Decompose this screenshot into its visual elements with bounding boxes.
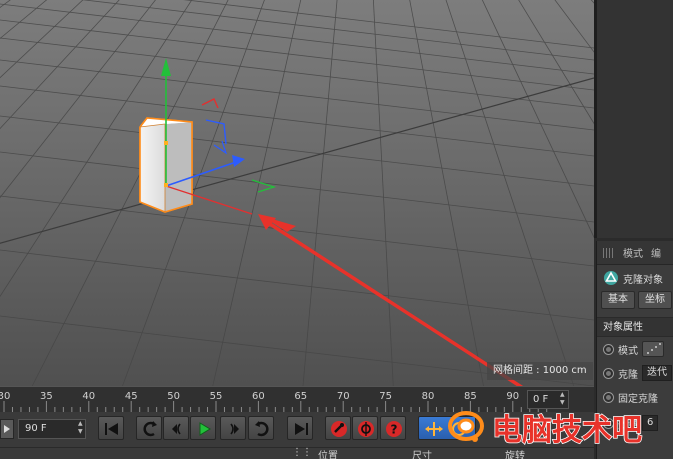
timeline-tick-label: 35: [40, 391, 53, 402]
watermark: 电脑技术吧: [448, 411, 643, 449]
attribute-mode-buttons: 基本 坐标: [597, 291, 673, 311]
grid-spacing-label: 网格间距 : 1000 cm: [487, 362, 593, 380]
next-frame-button[interactable]: [220, 416, 246, 440]
tab-edit[interactable]: 编: [651, 245, 661, 260]
skip-start-icon: [105, 423, 118, 435]
object-name: 克隆对象: [623, 274, 663, 286]
object-properties-header: 对象属性: [597, 317, 673, 337]
timeline-tick-label: 85: [464, 391, 477, 402]
clone-animate-radio[interactable]: [603, 367, 614, 379]
timeline-tick-label: 50: [167, 391, 180, 402]
start-frame-stepper[interactable]: [0, 419, 14, 439]
play-button[interactable]: [190, 416, 216, 440]
svg-text:?: ?: [391, 423, 398, 437]
timeline-tick-label: 40: [82, 391, 95, 402]
object-title-row: 克隆对象: [597, 265, 673, 291]
step-back-icon: [172, 423, 181, 435]
coord-grip-icon[interactable]: ⋮⋮: [292, 447, 312, 458]
mode-row: 模式: [597, 337, 673, 361]
end-frame-stepper-icon[interactable]: ▲ ▼: [78, 420, 83, 436]
timeline-tick-label: 90: [506, 391, 519, 402]
record-keys-button[interactable]: [325, 416, 351, 440]
fixed-clone-animate-radio[interactable]: [603, 391, 614, 403]
step-forward-icon: [230, 423, 239, 435]
go-to-end-button[interactable]: [287, 416, 313, 440]
attributes-tabs: 模式 编: [597, 241, 673, 265]
basic-button[interactable]: 基本: [601, 291, 635, 309]
timeline-tick-label: 65: [294, 391, 307, 402]
prev-key-icon: [143, 421, 157, 437]
previous-frame-button[interactable]: [163, 416, 189, 440]
timeline-tick-label: 70: [337, 391, 350, 402]
key-help-button[interactable]: ?: [380, 416, 406, 440]
clone-label: 克隆: [618, 369, 638, 381]
timeline-tick-label: 45: [125, 391, 138, 402]
end-frame-field[interactable]: 90 F: [18, 419, 86, 439]
play-icon: [199, 422, 211, 436]
question-icon: ?: [386, 421, 402, 437]
clone-mode-select[interactable]: 迭代: [642, 365, 672, 381]
3d-viewport[interactable]: 网格间距 : 1000 cm: [0, 0, 594, 386]
position-label: 位置: [318, 451, 338, 459]
cloner-icon: [604, 271, 618, 285]
linear-dots-icon: [647, 343, 661, 354]
frame-stepper-icon[interactable]: ▲ ▼: [560, 391, 568, 407]
viewport-scene[interactable]: [0, 0, 594, 386]
mode-linear-button[interactable]: [642, 341, 664, 357]
skip-end-icon: [295, 423, 308, 435]
timeline-tick-label: 60: [252, 391, 265, 402]
next-key-button[interactable]: [248, 416, 274, 440]
grip-icon[interactable]: [603, 247, 615, 258]
auto-key-button[interactable]: [352, 416, 378, 440]
timeline-tick-label: 55: [210, 391, 223, 402]
watermark-text: 电脑技术吧: [492, 413, 642, 448]
size-label: 尺寸: [412, 451, 432, 459]
play-small-icon: [4, 425, 10, 433]
record-key-icon: [331, 421, 347, 437]
auto-key-icon: [358, 421, 374, 437]
timeline-tick-label: 80: [422, 391, 435, 402]
coord-button[interactable]: 坐标: [638, 291, 672, 309]
mode-animate-radio[interactable]: [603, 343, 614, 355]
tab-mode[interactable]: 模式: [623, 245, 643, 260]
previous-key-button[interactable]: [136, 416, 162, 440]
timeline-tick-label: 75: [379, 391, 392, 402]
mode-label: 模式: [618, 345, 638, 357]
timeline-tick-label: 30: [0, 391, 10, 402]
go-to-start-button[interactable]: [98, 416, 124, 440]
watermark-logo-icon: [448, 411, 484, 442]
clone-row: 克隆 迭代: [597, 361, 673, 385]
fixed-clone-label: 固定克隆: [618, 393, 658, 405]
next-key-icon: [255, 421, 269, 437]
object-manager-panel[interactable]: [594, 0, 673, 238]
